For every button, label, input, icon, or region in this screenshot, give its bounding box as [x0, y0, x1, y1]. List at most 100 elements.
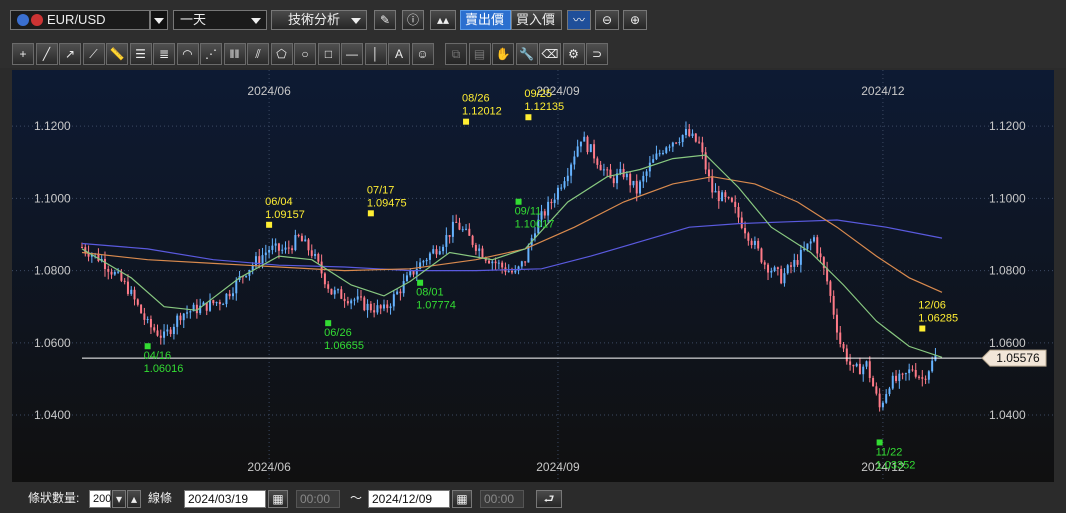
bar-count-down-button[interactable]: ▾: [112, 490, 126, 508]
extended-line-tool-button[interactable]: ⟋: [82, 43, 105, 65]
candle-body: [881, 402, 884, 408]
candle-body: [898, 373, 901, 382]
trendline-tool-button[interactable]: ╱: [35, 43, 58, 65]
candle-body: [458, 222, 461, 230]
candle-body: [527, 246, 530, 263]
price-chart[interactable]: 1.0400 1.0400 1.0600 1.0600 1.0800 1.0800 1.10…: [12, 70, 1054, 482]
pencil-button[interactable]: ✎: [374, 10, 396, 30]
candle-body: [556, 187, 559, 200]
low-marker: [417, 279, 424, 286]
wave-chart-icon: 〰: [572, 13, 585, 27]
high-date-label: 12/06: [918, 300, 946, 312]
symbol-dropdown-button[interactable]: [150, 10, 168, 30]
high-marker: [919, 325, 926, 332]
reset-button[interactable]: ⮐: [536, 490, 562, 508]
end-date-field[interactable]: 2024/12/09: [368, 490, 450, 508]
technical-analysis-menu[interactable]: 技術分析: [271, 10, 367, 30]
candle-body: [658, 153, 661, 155]
candle-body: [146, 319, 149, 321]
parallel-lines-tool-button[interactable]: ☰: [129, 43, 152, 65]
start-calendar-button[interactable]: ▦: [268, 490, 288, 508]
candle-body: [668, 146, 671, 148]
ray-tool-button[interactable]: ↗: [59, 43, 81, 65]
info-button[interactable]: ⓘ: [402, 10, 424, 30]
paste-tool-button[interactable]: ▤: [468, 43, 491, 65]
zoom-in-icon: ⊕: [629, 13, 641, 27]
candle-body: [117, 271, 120, 273]
end-time-field[interactable]: 00:00: [480, 490, 524, 508]
candle-body: [878, 393, 881, 408]
sell-price-toggle[interactable]: 賣出價: [460, 10, 511, 30]
bar-count-up-button[interactable]: ▴: [127, 490, 141, 508]
circle-tool-button[interactable]: ○: [294, 43, 316, 65]
zoom-in-button[interactable]: ⊕: [623, 10, 647, 30]
icon-stamp-tool-button[interactable]: ☺: [411, 43, 434, 65]
mountain-chart-icon: ▴▴: [436, 13, 450, 27]
high-marker: [266, 221, 273, 228]
candle-body: [750, 240, 753, 246]
zoom-out-button[interactable]: ⊖: [595, 10, 619, 30]
candle-body: [714, 190, 717, 193]
wrench-tool-button[interactable]: 🔧: [515, 43, 538, 65]
chart-style-button[interactable]: ▴▴: [430, 10, 456, 30]
pitchfork-tool-button[interactable]: ⫽: [247, 43, 269, 65]
hand-tool-button[interactable]: ✋: [492, 43, 514, 65]
candle-body: [543, 211, 546, 216]
text-icon: A: [394, 47, 403, 61]
candle-body: [323, 273, 326, 285]
text-tool-button[interactable]: A: [388, 43, 410, 65]
chart-area[interactable]: 1.0400 1.0400 1.0600 1.0600 1.0800 1.0800 1.10…: [12, 70, 1054, 482]
main-toolbar: EUR/USD 一天 技術分析 ✎ ⓘ ▴▴ 賣出價 買入價 〰 ⊖ ⊕: [0, 0, 1066, 40]
candle-body: [245, 275, 248, 277]
horizontal-line-tool-button[interactable]: —: [341, 43, 363, 65]
candle-body: [550, 201, 553, 204]
ruler-tool-button[interactable]: 📏: [106, 43, 128, 65]
candle-body: [435, 249, 438, 255]
candle-body: [350, 300, 353, 304]
candle-body: [688, 129, 691, 137]
start-date-field[interactable]: 2024/03/19: [184, 490, 266, 508]
candle-body: [396, 291, 399, 295]
eraser-tool-button[interactable]: ⌫: [539, 43, 561, 65]
bar-count-field[interactable]: 200: [89, 490, 111, 508]
pentagon-tool-button[interactable]: ⬠: [270, 43, 293, 65]
magnet-tool-button[interactable]: ⊃: [586, 43, 608, 65]
candle-body: [707, 169, 710, 177]
candle-body: [842, 344, 845, 349]
crosshair-tool-button[interactable]: +: [12, 43, 34, 65]
period-selector[interactable]: 一天: [173, 10, 267, 30]
start-time-field[interactable]: 00:00: [296, 490, 340, 508]
candle-body: [793, 260, 796, 267]
candle-body: [176, 315, 179, 327]
symbol-selector[interactable]: EUR/USD: [10, 10, 150, 30]
candle-body: [891, 375, 894, 389]
candle-body: [491, 261, 494, 264]
vertical-line-tool-button[interactable]: │: [364, 43, 387, 65]
fan-lines-tool-button[interactable]: ⋰: [200, 43, 222, 65]
candle-body: [790, 265, 793, 267]
candle-body: [337, 289, 340, 291]
candle-body: [182, 313, 185, 321]
candle-body: [661, 152, 664, 154]
buy-price-toggle[interactable]: 買入價: [511, 10, 562, 30]
rectangle-tool-button[interactable]: □: [317, 43, 340, 65]
settings-tool-button[interactable]: ⚙: [562, 43, 585, 65]
end-calendar-button[interactable]: ▦: [452, 490, 472, 508]
candle-body: [632, 180, 635, 186]
extended-line-icon: ⟋: [89, 47, 98, 61]
x-tick-label-top: 2024/12: [861, 84, 905, 98]
cycle-lines-tool-button[interactable]: ‖‖: [223, 43, 246, 65]
low-date-label: 08/01: [416, 287, 444, 299]
candle-body: [744, 228, 747, 234]
candle-body: [721, 192, 724, 202]
candle-body: [389, 306, 392, 309]
fibonacci-tool-button[interactable]: ≣: [153, 43, 175, 65]
candle-body: [609, 169, 612, 179]
copy-tool-button[interactable]: ⧉: [445, 43, 467, 65]
candle-body: [885, 394, 888, 403]
low-date-label: 06/26: [324, 327, 352, 339]
fan-arc-tool-button[interactable]: ◠: [176, 43, 199, 65]
chart-type-button[interactable]: 〰: [567, 10, 591, 30]
candle-body: [606, 169, 609, 171]
low-marker: [515, 198, 522, 205]
